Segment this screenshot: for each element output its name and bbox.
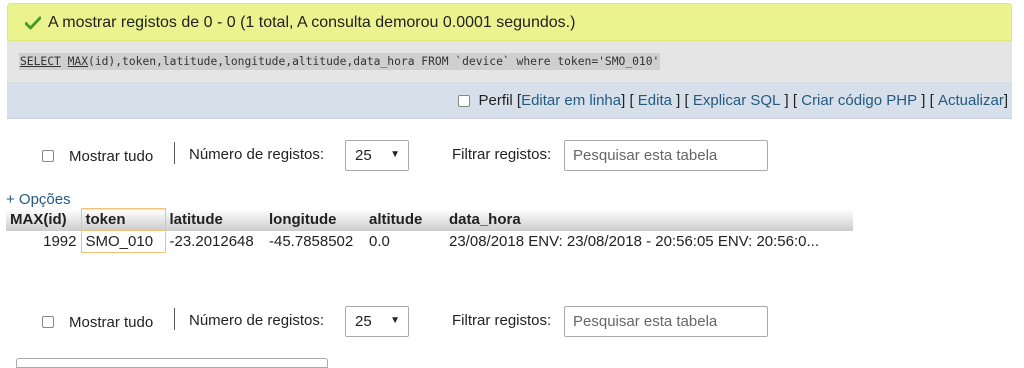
refresh-link[interactable]: Actualizar bbox=[938, 92, 1004, 109]
query-tools-bar: Perfil [Editar em linha] [ Edita ] [ Exp… bbox=[7, 82, 1012, 119]
column-header-max-id[interactable]: MAX(id) bbox=[6, 208, 81, 231]
column-header-altitude[interactable]: altitude bbox=[365, 208, 445, 231]
cell-token[interactable]: SMO_010 bbox=[80, 230, 166, 253]
sql-function-max[interactable]: MAX bbox=[68, 55, 88, 68]
search-input[interactable] bbox=[564, 306, 768, 337]
sql-query-box: SELECT MAX(id),token,latitude,longitude,… bbox=[7, 41, 1012, 82]
column-header-token[interactable]: token bbox=[80, 208, 166, 231]
column-header-latitude[interactable]: latitude bbox=[165, 208, 265, 231]
success-message-text: A mostrar registos de 0 - 0 (1 total, A … bbox=[48, 14, 576, 31]
cell-data-hora[interactable]: 23/08/2018 ENV: 23/08/2018 - 20:56:05 EN… bbox=[445, 231, 853, 253]
num-rows-value: 25 bbox=[355, 313, 372, 330]
num-rows-value: 25 bbox=[355, 147, 372, 164]
table-row: 1992 SMO_010 -23.2012648 -45.7858502 0.0… bbox=[6, 230, 853, 253]
profiling-label: Perfil bbox=[478, 92, 513, 109]
edit-link[interactable]: Edita bbox=[638, 92, 672, 109]
num-rows-label: Número de registos: bbox=[189, 146, 325, 163]
search-input[interactable] bbox=[564, 140, 768, 171]
navigation-top: Mostrar tudo Número de registos: 25 ▼ Fi… bbox=[0, 140, 1024, 172]
show-all-checkbox[interactable] bbox=[42, 150, 54, 162]
navigation-bottom: Mostrar tudo Número de registos: 25 ▼ Fi… bbox=[0, 306, 1024, 338]
num-rows-select[interactable]: 25 ▼ bbox=[345, 306, 409, 337]
cell-altitude[interactable]: 0.0 bbox=[365, 231, 445, 253]
filter-rows-label: Filtrar registos: bbox=[452, 312, 552, 329]
num-rows-select[interactable]: 25 ▼ bbox=[345, 140, 409, 171]
show-all-checkbox[interactable] bbox=[42, 316, 54, 328]
show-all-label: Mostrar tudo bbox=[69, 314, 154, 331]
cell-max-id[interactable]: 1992 bbox=[6, 231, 81, 253]
options-link[interactable]: + Opções bbox=[6, 191, 71, 208]
column-header-data-hora[interactable]: data_hora bbox=[445, 208, 853, 231]
filter-rows-label: Filtrar registos: bbox=[452, 146, 552, 163]
profiling-checkbox[interactable] bbox=[457, 94, 470, 107]
sql-keyword-select[interactable]: SELECT bbox=[20, 55, 61, 68]
separator bbox=[174, 308, 175, 330]
column-header-longitude[interactable]: longitude bbox=[265, 208, 365, 231]
create-php-code-link[interactable]: Criar código PHP bbox=[801, 92, 917, 109]
cell-longitude[interactable]: -45.7858502 bbox=[265, 231, 365, 253]
results-table: MAX(id) token latitude longitude altitud… bbox=[6, 208, 853, 253]
sql-query-rest: (id),token,latitude,longitude,altitude,d… bbox=[88, 55, 660, 68]
cell-latitude[interactable]: -23.2012648 bbox=[165, 231, 265, 253]
explain-sql-link[interactable]: Explicar SQL bbox=[693, 92, 781, 109]
chevron-down-icon: ▼ bbox=[390, 149, 400, 160]
edit-inline-link[interactable]: Editar em linha bbox=[521, 92, 621, 109]
show-all-label: Mostrar tudo bbox=[69, 148, 154, 165]
separator bbox=[174, 142, 175, 164]
table-header-row: MAX(id) token latitude longitude altitud… bbox=[6, 208, 853, 231]
chevron-down-icon: ▼ bbox=[390, 315, 400, 326]
sql-query[interactable]: SELECT MAX(id),token,latitude,longitude,… bbox=[19, 53, 661, 70]
check-icon bbox=[25, 16, 41, 30]
num-rows-label: Número de registos: bbox=[189, 312, 325, 329]
query-tools: Perfil [Editar em linha] [ Edita ] [ Exp… bbox=[457, 92, 1008, 109]
success-message: A mostrar registos de 0 - 0 (1 total, A … bbox=[7, 3, 1012, 41]
query-results-operations-box bbox=[16, 358, 328, 368]
